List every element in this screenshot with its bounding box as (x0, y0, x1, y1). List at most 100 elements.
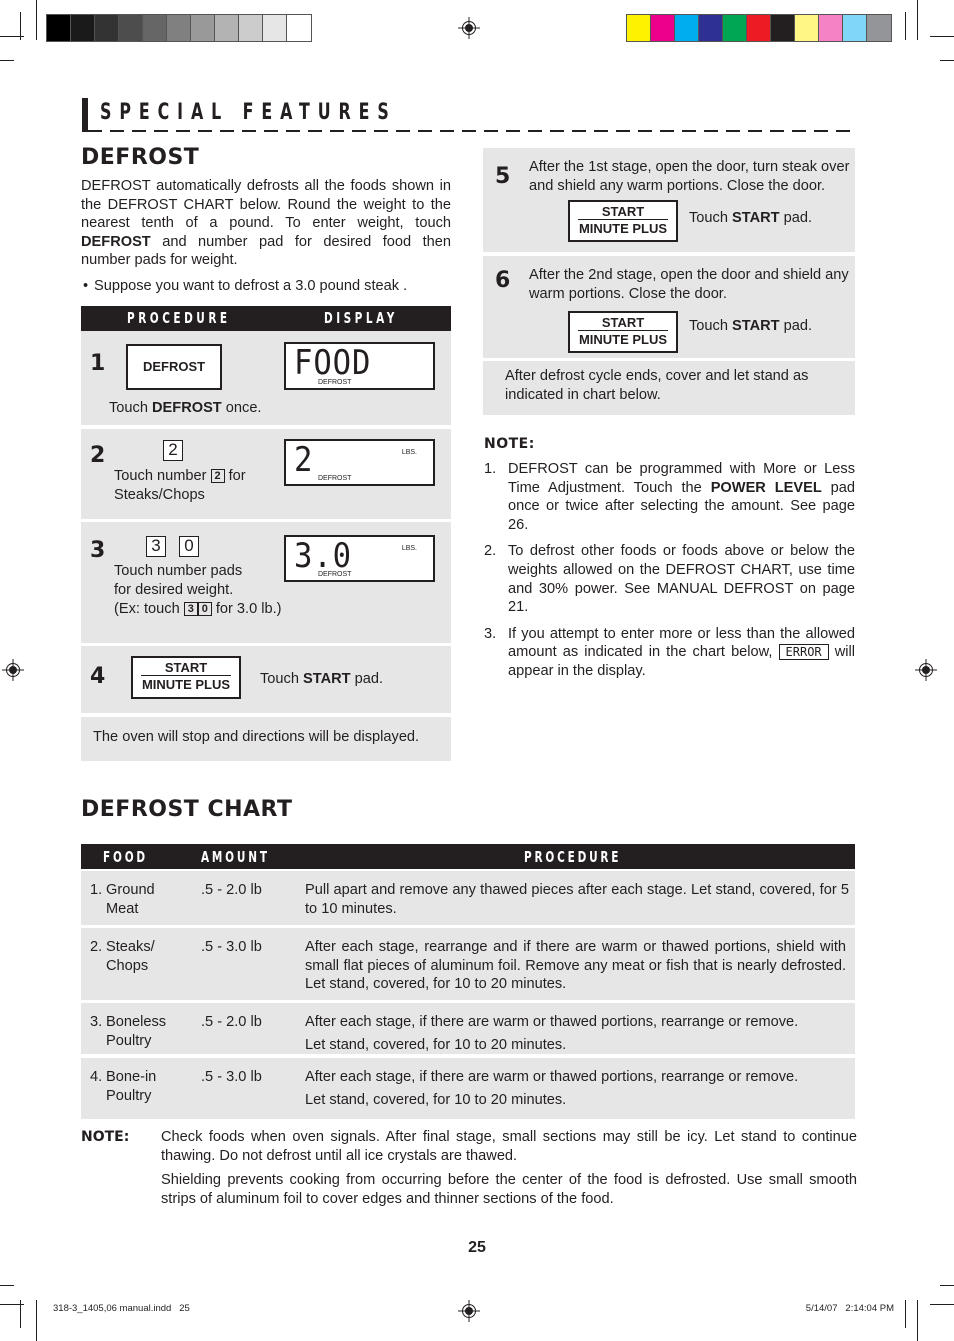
number-key-0[interactable]: 0 (179, 536, 199, 557)
food-cell: 4. Bone-in Poultry (90, 1068, 190, 1105)
food-cell: 2. Steaks/Chops (90, 938, 190, 975)
row-index: 1. (90, 882, 103, 898)
step-instruction: After the 2nd stage, open the door and s… (529, 267, 849, 302)
start-minute-plus-pad[interactable]: START MINUTE PLUS (568, 311, 678, 353)
text-bold: START (732, 318, 780, 334)
text: Touch (109, 400, 152, 416)
text: To defrost other foods or foods above or… (508, 543, 855, 616)
procedure-step-3: 3 3 0 Touch number pads for desired weig… (81, 522, 451, 643)
text: pad. (779, 318, 813, 334)
text-bold: START (732, 210, 780, 226)
text: for (224, 468, 246, 484)
page-number: 25 (468, 1239, 486, 1256)
col-amount: AMOUNT (201, 848, 270, 866)
crop-mark (20, 12, 21, 40)
lcd-label: DEFROST (318, 475, 352, 482)
pad-label-top: START (578, 204, 668, 220)
step-number: 4 (90, 664, 106, 689)
color-swatch (239, 15, 263, 41)
slug-file-info: 318-3_1405,06 manual.indd 25 (53, 1303, 190, 1314)
defrost-pad[interactable]: DEFROST (126, 344, 222, 390)
lcd-digits: 2 (294, 440, 314, 480)
after-cycle-panel: After defrost cycle ends, cover and let … (483, 361, 855, 415)
procedure-step-1: 1 DEFROST FOOD DEFROST Touch DEFROST onc… (81, 331, 451, 425)
registration-mark-icon (915, 659, 937, 681)
note-item: 3. If you attempt to enter more or less … (484, 625, 855, 681)
procedure-text: Pull apart and remove any thawed pieces … (305, 882, 849, 917)
text: (Ex: touch (114, 601, 184, 617)
pad-label-bottom: MINUTE PLUS (578, 332, 668, 347)
text: for desired weight. (114, 582, 234, 598)
food-name: Poultry (106, 1032, 152, 1049)
inline-key: 3 (183, 602, 198, 616)
defrost-intro: DEFROST automatically defrosts all the f… (81, 177, 451, 270)
header-display: DISPLAY (324, 309, 398, 327)
color-swatch (287, 15, 311, 41)
section-header: SPECIAL FEATURES (82, 98, 856, 134)
chart-note: NOTE: Check foods when oven signals. Aft… (81, 1128, 857, 1209)
procedure-cell: After each stage, if there are warm or t… (305, 1068, 849, 1109)
text: Touch (689, 318, 732, 334)
step-number: 6 (495, 268, 511, 293)
text: Steaks/Chops (114, 487, 205, 503)
start-minute-plus-pad[interactable]: START MINUTE PLUS (568, 200, 678, 242)
pad-label: DEFROST (142, 359, 206, 374)
defrost-chart-header: FOOD AMOUNT PROCEDURE (81, 844, 855, 869)
registration-mark-icon (458, 1300, 480, 1322)
process-color-bar (626, 14, 892, 42)
text: once. (221, 400, 262, 416)
note-number: 1. (484, 461, 497, 477)
touch-start-text: Touch START pad. (689, 209, 813, 228)
row-index: 4. (90, 1069, 103, 1085)
procedure-text: After each stage, if there are warm or t… (305, 1014, 799, 1030)
number-key-3[interactable]: 3 (146, 536, 166, 557)
crop-mark (36, 1300, 37, 1341)
procedure-table-header: PROCEDURE DISPLAY (81, 306, 451, 331)
step-instruction: After the 1st stage, open the door, turn… (529, 159, 850, 194)
food-name: Steaks/ (106, 939, 155, 955)
food-cell: 3. Boneless Poultry (90, 1013, 190, 1050)
procedure-step-4: 4 START MINUTE PLUS Touch START pad. (81, 646, 451, 713)
food-name: Chops (106, 957, 149, 974)
defrost-heading: DEFROST (81, 145, 200, 170)
color-swatch (843, 15, 867, 41)
food-name: Poultry (106, 1087, 152, 1104)
col-procedure: PROCEDURE (524, 848, 622, 866)
registration-mark-icon (2, 659, 24, 681)
pad-label-bottom: MINUTE PLUS (578, 221, 668, 236)
food-name: Boneless (106, 1014, 167, 1030)
number-key-2[interactable]: 2 (163, 440, 183, 461)
crop-mark (905, 1300, 906, 1328)
crop-mark (36, 0, 37, 40)
step-number: 2 (90, 443, 106, 468)
lcd-label: DEFROST (318, 379, 352, 386)
crop-mark (940, 60, 954, 61)
step-number: 1 (90, 351, 106, 376)
procedure-cell: After each stage, if there are warm or t… (305, 1013, 849, 1054)
chart-row: 1. Ground Meat .5 - 2.0 lb Pull apart and … (81, 871, 855, 925)
color-swatch (215, 15, 239, 41)
start-minute-plus-pad[interactable]: START MINUTE PLUS (131, 656, 241, 699)
note-item: 1. DEFROST can be programmed with More o… (484, 460, 855, 534)
color-swatch (71, 15, 95, 41)
note-paragraph: Check foods when oven signals. After fin… (161, 1129, 857, 1164)
crop-mark (940, 1285, 954, 1286)
header-procedure: PROCEDURE (127, 309, 231, 327)
color-swatch (143, 15, 167, 41)
text: pad. (350, 671, 384, 687)
crop-mark (917, 0, 918, 40)
lcd-digits: 3.0 (294, 536, 352, 576)
step-instruction: Touch START pad. (260, 670, 383, 689)
color-swatch (167, 15, 191, 41)
text: Touch number pads (114, 563, 243, 579)
after-cycle-text: After defrost cycle ends, cover and let … (505, 368, 809, 403)
procedure-cell: Pull apart and remove any thawed pieces … (305, 881, 849, 918)
note-paragraph: Shielding prevents cooking from occurrin… (161, 1172, 857, 1207)
text-bold: DEFROST (152, 400, 222, 416)
lcd-display: FOOD DEFROST (284, 342, 435, 390)
crop-mark (930, 1304, 954, 1305)
color-swatch (119, 15, 143, 41)
color-swatch (675, 15, 699, 41)
crop-mark (905, 12, 906, 40)
color-swatch (699, 15, 723, 41)
